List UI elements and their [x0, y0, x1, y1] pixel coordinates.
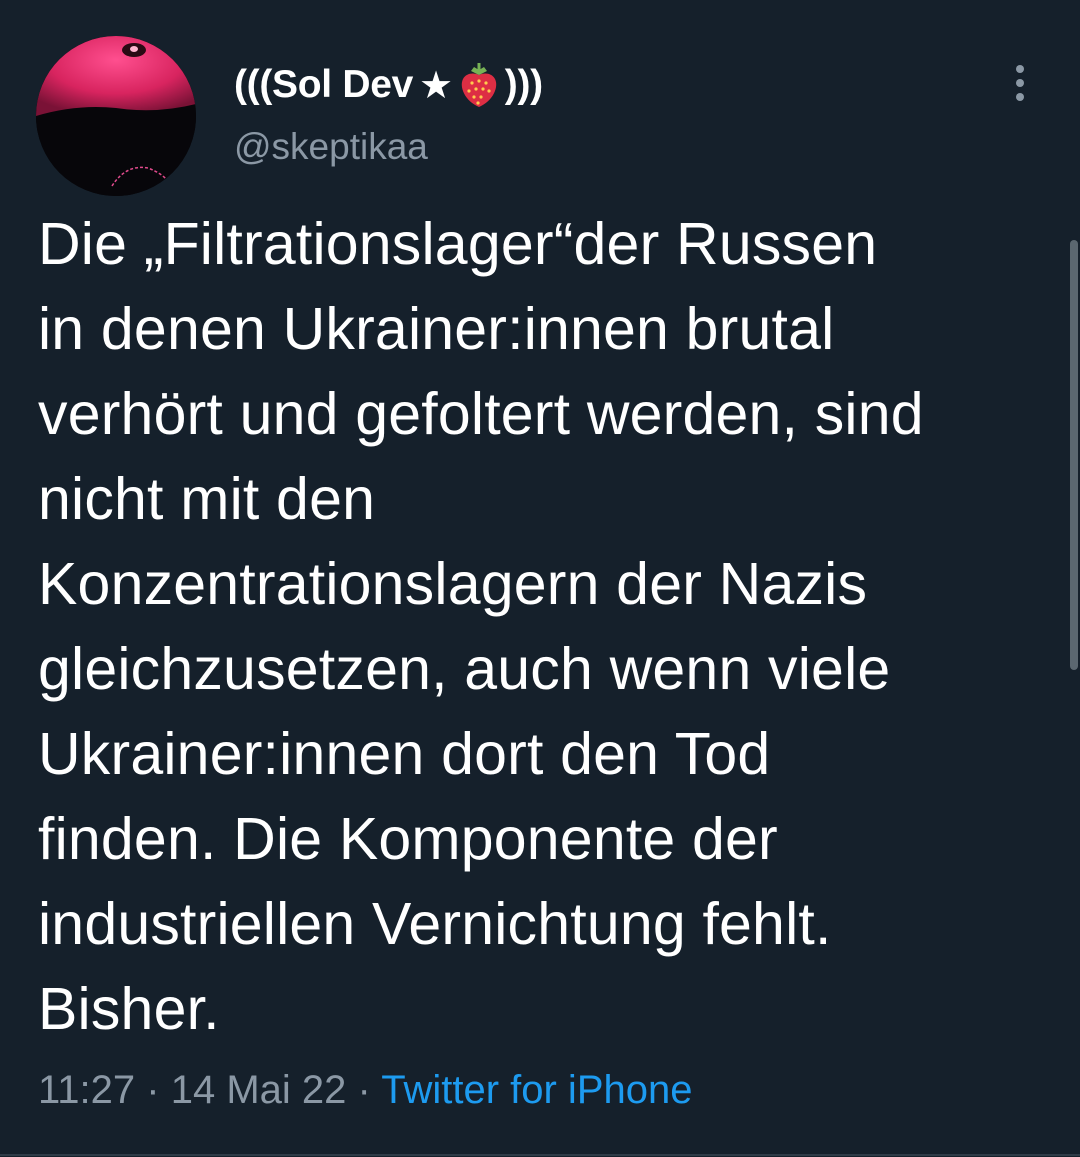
user-handle[interactable]: @skeptikaa	[234, 126, 428, 168]
star-icon: ★	[419, 64, 453, 107]
meta-separator: ·	[357, 1068, 371, 1112]
display-name-prefix: (((Sol Dev	[234, 63, 414, 106]
tweet-time[interactable]: 11:27	[38, 1068, 135, 1112]
tweet-text-line: Bisher.	[38, 976, 220, 1042]
tweet-text-line: Ukrainer:innen dort den Tod	[38, 721, 771, 787]
tweet-meta: 11:27 · 14 Mai 22 · Twitter for iPhone	[38, 1068, 692, 1113]
meta-separator: ·	[146, 1068, 160, 1112]
more-vertical-icon	[1016, 65, 1024, 73]
tweet-text-line: Konzentrationslagern der Nazis	[38, 551, 868, 617]
avatar[interactable]	[36, 36, 196, 196]
tweet-text-line: nicht mit den	[38, 466, 376, 532]
tweet-date[interactable]: 14 Mai 22	[171, 1068, 347, 1112]
tweet-text-line: Die „Filtrationslager“der Russen	[38, 211, 878, 277]
more-options-button[interactable]	[1000, 58, 1040, 108]
tweet-source-link[interactable]: Twitter for iPhone	[381, 1068, 692, 1112]
divider	[0, 1154, 1080, 1156]
tweet-text-line: gleichzusetzen, auch wenn viele	[38, 636, 891, 702]
scrollbar[interactable]	[1070, 240, 1078, 670]
strawberry-emoji-icon	[457, 61, 501, 109]
tweet-text: Die „Filtrationslager“der Russen in dene…	[38, 202, 1048, 1052]
tweet-text-line: finden. Die Komponente der	[38, 806, 778, 872]
tweet-text-line: in denen Ukrainer:innen brutal	[38, 296, 835, 362]
display-name[interactable]: (((Sol Dev ★ )))	[234, 58, 543, 112]
more-vertical-icon-dot	[1016, 79, 1024, 87]
tweet-text-line: verhört und gefoltert werden, sind	[38, 381, 924, 447]
display-name-suffix: )))	[504, 63, 543, 106]
tweet-text-line: industriellen Vernichtung fehlt.	[38, 891, 832, 957]
more-vertical-icon-dot	[1016, 93, 1024, 101]
